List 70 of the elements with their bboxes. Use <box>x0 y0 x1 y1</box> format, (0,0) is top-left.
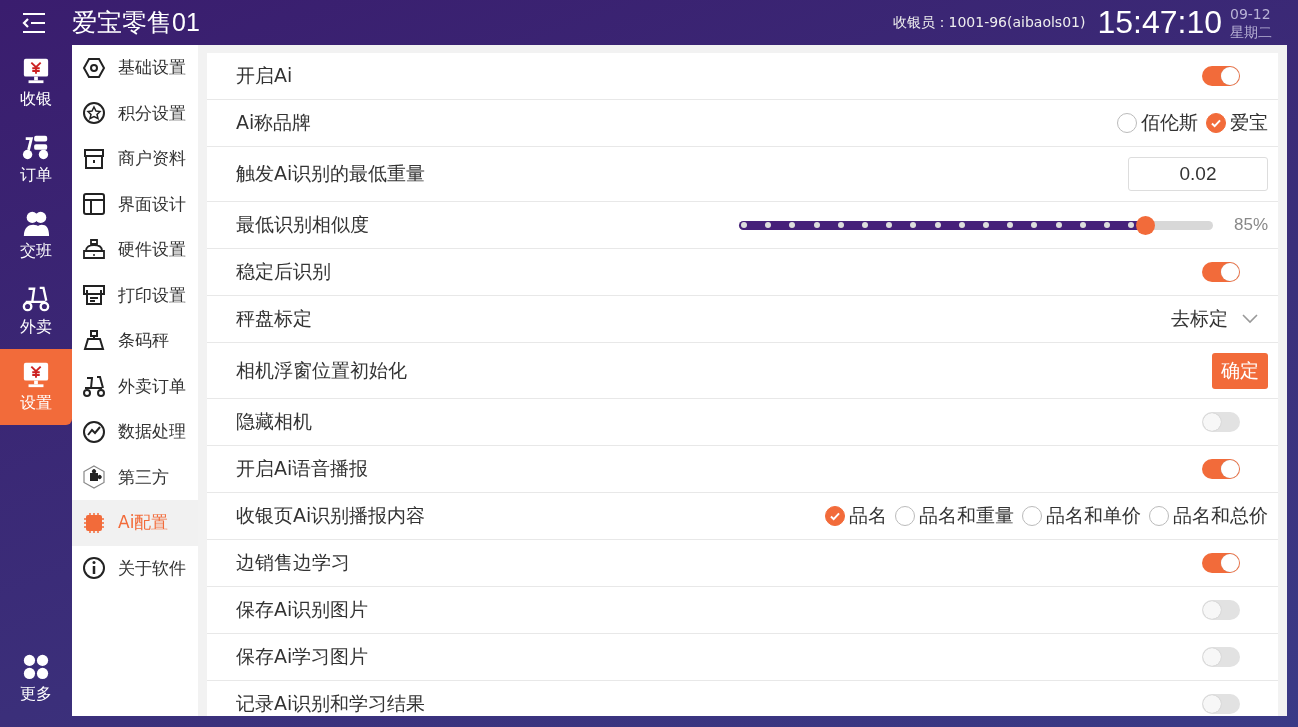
setting-label: 触发Ai识别的最低重量 <box>236 161 427 186</box>
clock-time: 15:47:10 <box>1097 4 1222 41</box>
setting-label: 最低识别相似度 <box>236 212 370 237</box>
setting-label: 稳定后识别 <box>236 259 332 284</box>
scooter-icon <box>82 374 106 399</box>
settings-menu-item[interactable]: 商户资料 <box>72 136 198 182</box>
date-label: 09-12 <box>1230 4 1272 23</box>
setting-label: 保存Ai学习图片 <box>236 644 370 669</box>
setting-label: 秤盘标定 <box>236 306 313 331</box>
radio-label: 品名 <box>849 503 887 528</box>
settings-menu-item[interactable]: 关于软件 <box>72 545 198 591</box>
settings-menu-item[interactable]: 打印设置 <box>72 272 198 318</box>
nav-item[interactable]: 外卖 <box>0 273 72 349</box>
toggle-switch[interactable] <box>1202 66 1240 86</box>
layout-icon <box>82 192 106 217</box>
settings-menu-item[interactable]: 硬件设置 <box>72 227 198 273</box>
storefront-icon <box>82 146 106 171</box>
settings-menu-item[interactable]: 外卖订单 <box>72 363 198 409</box>
info-icon <box>82 556 106 581</box>
setting-label: 边销售边学习 <box>236 550 351 575</box>
setting-label: 记录Ai识别和学习结果 <box>236 691 427 716</box>
setting-label: 开启Ai语音播报 <box>236 456 370 481</box>
chevron-down-icon <box>1242 314 1258 324</box>
monitor-yen-icon <box>21 360 51 389</box>
radio-label: 品名和重量 <box>919 503 1014 528</box>
monitor-yen-icon <box>21 56 51 85</box>
settings-menu-item[interactable]: 积分设置 <box>72 90 198 136</box>
nav-item[interactable]: 收银 <box>0 45 72 121</box>
chip-icon <box>82 510 106 535</box>
setting-label: 隐藏相机 <box>236 409 313 434</box>
setting-label: Ai称品牌 <box>236 110 313 135</box>
toggle-switch[interactable] <box>1202 553 1240 573</box>
slider-thumb[interactable] <box>1136 215 1156 235</box>
settings-menu-item[interactable]: 条码秤 <box>72 318 198 364</box>
settings-menu-item[interactable]: 基础设置 <box>72 45 198 91</box>
nav-item[interactable]: 交班 <box>0 197 72 273</box>
settings-menu-item[interactable]: 第三方 <box>72 454 198 500</box>
setting-label: 收银页Ai识别播报内容 <box>236 503 427 528</box>
cashier-label: 收银员：1001-96(aibaols01) <box>892 13 1086 32</box>
weight-input-field[interactable]: 0.02 <box>1128 157 1268 191</box>
toggle-switch[interactable] <box>1202 600 1240 620</box>
weekday-label: 星期二 <box>1230 22 1272 41</box>
menu-icon[interactable] <box>22 12 46 33</box>
nav-item[interactable]: 更多 <box>0 640 72 716</box>
toggle-switch[interactable] <box>1202 647 1240 667</box>
puzzle-icon <box>82 465 106 490</box>
radio-button[interactable] <box>825 506 845 526</box>
hexagon-icon <box>82 55 106 80</box>
setting-label: 保存Ai识别图片 <box>236 597 370 622</box>
toggle-switch[interactable] <box>1202 262 1240 282</box>
setting-label: 开启Ai <box>236 63 294 88</box>
toggle-switch[interactable] <box>1202 694 1240 714</box>
nav-item[interactable]: 订单 <box>0 121 72 197</box>
settings-menu-item[interactable]: 数据处理 <box>72 409 198 455</box>
setting-label: 相机浮窗位置初始化 <box>236 357 408 383</box>
toggle-switch[interactable] <box>1202 412 1240 432</box>
printer-icon <box>82 283 106 308</box>
scooter-icon <box>21 284 51 313</box>
radio-button[interactable] <box>1206 113 1226 133</box>
settings-menu-item[interactable]: 界面设计 <box>72 181 198 227</box>
app-title: 爱宝零售01 <box>72 7 200 38</box>
radio-label: 爱宝 <box>1230 110 1268 135</box>
radio-label: 佰伦斯 <box>1141 110 1198 135</box>
scale-icon <box>82 328 106 353</box>
toggle-switch[interactable] <box>1202 459 1240 479</box>
dropdown[interactable]: 去标定 <box>1171 306 1268 332</box>
slider-value: 85% <box>1233 215 1268 235</box>
radio-label: 品名和单价 <box>1046 503 1141 528</box>
radio-label: 品名和总价 <box>1173 503 1268 528</box>
cash-register-icon <box>82 237 106 262</box>
